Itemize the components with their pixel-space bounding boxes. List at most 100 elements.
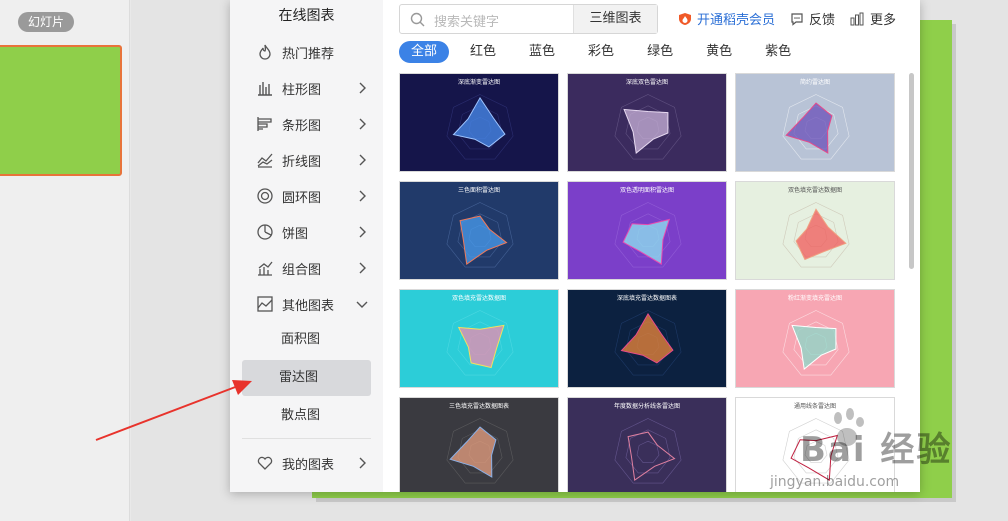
more-link[interactable]: 更多 xyxy=(850,9,896,28)
radar-series-shape xyxy=(452,96,506,148)
slides-panel: 幻灯片 xyxy=(0,0,130,521)
column-chart-icon xyxy=(258,82,272,96)
radar-template-card[interactable]: 双色透明面积雷达图 xyxy=(567,181,727,280)
sidebar-item-hot[interactable]: 热门推荐 xyxy=(230,34,383,70)
chevron-right-icon xyxy=(359,118,366,130)
combo-chart-icon xyxy=(258,261,273,276)
card-title: 深底双色雷达图 xyxy=(625,79,668,86)
radar-template-card[interactable]: 三色填充雷达数据图表 xyxy=(399,397,559,492)
radar-series-shape xyxy=(791,324,837,370)
color-filter-bar: 全部 红色 蓝色 彩色 绿色 黄色 紫色 xyxy=(399,41,812,63)
card-title: 年度数据分析线条雷达图 xyxy=(613,403,680,410)
more-apps-icon xyxy=(850,12,864,25)
radar-template-card[interactable]: 深底填充雷达数据图表 xyxy=(567,289,727,388)
radar-template-card[interactable]: 深底渐变雷达图 xyxy=(399,73,559,172)
line-chart-icon xyxy=(257,153,273,168)
filter-all[interactable]: 全部 xyxy=(399,41,450,63)
card-title: 粉红渐变填充雷达图 xyxy=(787,295,842,302)
search-scope-button[interactable]: 三维图表 xyxy=(573,5,657,33)
chart-category-sidebar: 在线图表 热门推荐 柱形图 条形图 折线图 圆环图 饼图 组合图 其他图表 面积… xyxy=(230,0,383,492)
sidebar-subitem-scatter[interactable]: 散点图 xyxy=(230,398,383,434)
radar-series-shape xyxy=(620,312,674,364)
chevron-right-icon xyxy=(359,190,366,202)
radar-chart-preview xyxy=(782,202,850,268)
search-icon xyxy=(410,12,425,27)
sidebar-item-my-charts[interactable]: 我的图表 xyxy=(230,445,383,481)
card-title: 双色填充雷达数据图 xyxy=(451,295,506,302)
radar-template-card[interactable]: 双色填充雷达数据图 xyxy=(399,289,559,388)
radar-series-shape xyxy=(622,218,671,265)
card-title: 双色填充雷达数据图 xyxy=(787,187,842,194)
sidebar-item-label: 其他图表 xyxy=(282,298,335,314)
flame-icon xyxy=(259,44,271,60)
radar-chart-preview xyxy=(614,202,682,268)
radar-chart-preview xyxy=(446,310,514,376)
radar-series-shape xyxy=(449,426,497,478)
chevron-right-icon xyxy=(359,262,366,274)
radar-template-card[interactable]: 三色面积雷达图 xyxy=(399,181,559,280)
sidebar-item-column[interactable]: 柱形图 xyxy=(230,70,383,106)
sidebar-divider xyxy=(242,438,371,439)
sidebar-subitem-area[interactable]: 面积图 xyxy=(230,322,383,358)
chevron-right-icon xyxy=(359,82,366,94)
template-scrollbar[interactable] xyxy=(909,73,914,269)
sidebar-item-other[interactable]: 其他图表 xyxy=(230,286,383,322)
slide-thumbnail[interactable] xyxy=(0,45,122,176)
filter-purple[interactable]: 紫色 xyxy=(753,41,803,63)
card-title: 简约雷达图 xyxy=(799,79,830,86)
filter-green[interactable]: 绿色 xyxy=(635,41,685,63)
filter-blue[interactable]: 蓝色 xyxy=(517,41,567,63)
card-title: 通用线条雷达图 xyxy=(793,403,836,410)
area-chart-icon xyxy=(257,296,273,312)
radar-chart-preview xyxy=(614,310,682,376)
radar-template-card[interactable]: 粉红渐变填充雷达图 xyxy=(735,289,895,388)
sidebar-item-combo[interactable]: 组合图 xyxy=(230,250,383,286)
sidebar-item-label: 热门推荐 xyxy=(282,46,335,62)
feedback-label: 反馈 xyxy=(809,13,836,28)
sidebar-item-donut[interactable]: 圆环图 xyxy=(230,178,383,214)
radar-series-shape xyxy=(623,108,669,154)
radar-chart-preview xyxy=(782,310,850,376)
chevron-right-icon xyxy=(359,226,366,238)
radar-chart-preview xyxy=(446,202,514,268)
open-vip-link[interactable]: 开通稻壳会员 xyxy=(678,9,775,28)
bar-chart-icon xyxy=(257,117,272,131)
card-title: 深底填充雷达数据图表 xyxy=(616,295,677,302)
card-title: 三色填充雷达数据图表 xyxy=(448,403,509,410)
radar-chart-preview xyxy=(614,418,682,484)
sidebar-item-pie[interactable]: 饼图 xyxy=(230,214,383,250)
filter-colorful[interactable]: 彩色 xyxy=(576,41,626,63)
filter-red[interactable]: 红色 xyxy=(458,41,508,63)
pie-chart-icon xyxy=(257,224,273,240)
feedback-link[interactable]: 反馈 xyxy=(790,9,835,28)
radar-template-card[interactable]: 年度数据分析线条雷达图 xyxy=(567,397,727,492)
more-label: 更多 xyxy=(870,13,897,28)
radar-chart-preview xyxy=(782,94,850,160)
heart-icon xyxy=(257,456,273,470)
radar-template-card[interactable]: 深底双色雷达图 xyxy=(567,73,727,172)
search-input[interactable]: 搜索关键字 xyxy=(434,11,499,30)
sidebar-item-label: 折线图 xyxy=(282,154,322,170)
sidebar-title: 在线图表 xyxy=(278,8,335,24)
sidebar-subitem-radar[interactable]: 雷达图 xyxy=(242,360,371,396)
slides-tab[interactable]: 幻灯片 xyxy=(18,12,75,32)
sidebar-item-label: 组合图 xyxy=(282,262,322,278)
card-title: 三色面积雷达图 xyxy=(457,187,500,194)
radar-template-card[interactable]: 简约雷达图 xyxy=(735,73,895,172)
watermark-url: jingyan.baidu.com xyxy=(770,474,900,490)
sidebar-item-label: 条形图 xyxy=(282,118,322,134)
filter-yellow[interactable]: 黄色 xyxy=(694,41,744,63)
sidebar-item-bar[interactable]: 条形图 xyxy=(230,106,383,142)
search-box[interactable]: 搜索关键字 三维图表 xyxy=(399,4,658,34)
chevron-right-icon xyxy=(359,457,366,469)
sidebar-item-label: 柱形图 xyxy=(282,82,322,98)
radar-template-card[interactable]: 双色填充雷达数据图 xyxy=(735,181,895,280)
radar-grid-ring xyxy=(614,418,682,484)
card-title: 双色透明面积雷达图 xyxy=(619,187,674,194)
sidebar-item-label: 圆环图 xyxy=(282,190,322,206)
sidebar-item-label: 饼图 xyxy=(282,226,309,242)
chevron-down-icon xyxy=(356,301,368,308)
sidebar-item-line[interactable]: 折线图 xyxy=(230,142,383,178)
chevron-right-icon xyxy=(359,154,366,166)
vip-label: 开通稻壳会员 xyxy=(697,13,776,28)
